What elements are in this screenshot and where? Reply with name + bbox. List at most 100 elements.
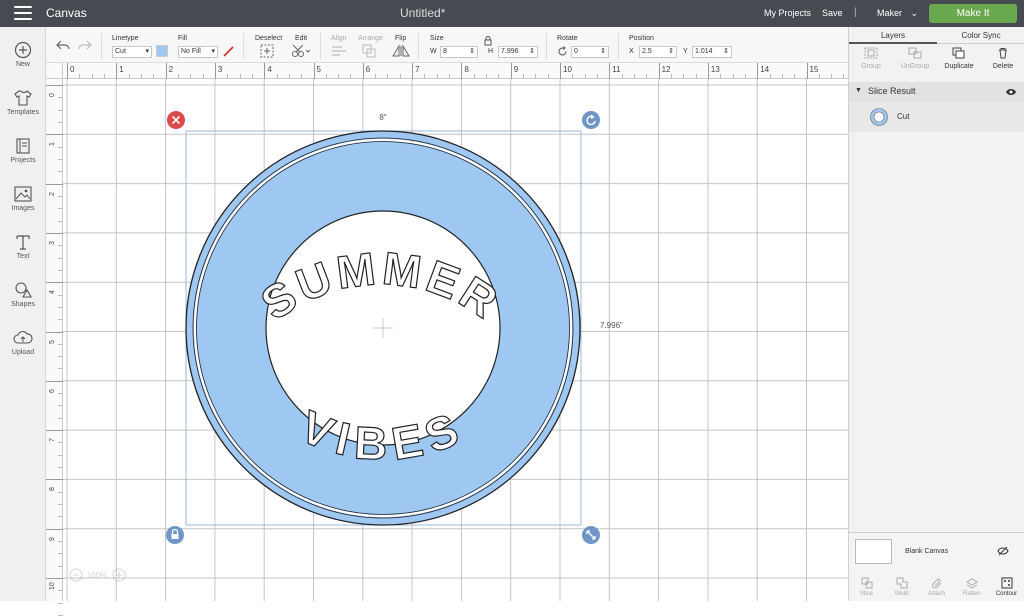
scissors-icon[interactable] [291,44,311,58]
group-label: Group [861,63,881,70]
align-icon[interactable] [331,45,349,57]
nav-shapes[interactable]: Shapes [0,281,46,308]
contour-button[interactable]: Contour [989,577,1024,597]
attach-button[interactable]: Attach [919,577,954,597]
notebook-icon [16,138,30,154]
document-title[interactable]: Untitled* [400,6,445,20]
hidden-eye-icon[interactable] [997,546,1009,556]
ruler-tick [214,63,216,79]
nav-templates[interactable]: Templates [0,89,46,116]
ruler-label: 3 [49,240,56,245]
delete-handle-icon[interactable] [167,111,185,129]
layer-group-header[interactable]: ▼ Slice Result [849,82,1024,102]
y-position-input[interactable]: 1.014 ⇕ [692,46,732,58]
ruler-tick [46,380,63,382]
ruler-label: 14 [760,65,770,74]
make-it-button[interactable]: Make It [929,4,1017,23]
ruler-label: 3 [217,65,223,74]
height-input[interactable]: 7.996 ⇕ [498,46,538,58]
undo-icon[interactable] [56,40,70,50]
blank-canvas-label: Blank Canvas [905,548,949,555]
linetype-select[interactable]: Cut ▾ [112,46,152,58]
linetype-value: Cut [115,48,126,55]
ruler-tick [560,63,561,79]
duplicate-label: Duplicate [944,63,974,70]
ruler-label: 10 [49,582,56,590]
flip-label: Flip [395,35,407,42]
save-button[interactable]: Save [822,8,843,18]
ungroup-button[interactable]: UnGroup [893,47,937,70]
stepper-icon: ⇕ [668,48,674,55]
group-button[interactable]: Group [849,47,893,70]
rotate-input[interactable]: 0 ⇕ [571,46,609,58]
nav-projects[interactable]: Projects [0,137,46,164]
duplicate-button[interactable]: Duplicate [937,47,981,70]
weld-icon [896,577,907,589]
resize-handle-icon[interactable] [582,526,600,544]
lock-handle-icon[interactable] [166,526,184,544]
ruler-label: 15 [809,65,819,74]
ruler-label: 11 [612,65,621,74]
my-projects-link[interactable]: My Projects [764,8,811,18]
y-position-value: 1.014 [695,48,713,55]
linetype-label: Linetype [112,35,139,42]
ruler-label: 7 [49,438,56,443]
ruler-label: 6 [49,388,56,393]
layer-item-cut[interactable]: Cut [849,102,1024,132]
nav-templates-label: Templates [7,109,39,116]
blank-canvas-thumbnail[interactable] [855,539,892,564]
canvas-grid: SUMMER VIBES 8" 7.996" 100% [63,79,848,601]
toolbar-divider [418,33,419,59]
app-title: Canvas [46,6,87,20]
height-value: 7.996 [501,48,519,55]
ungroup-icon [908,47,922,59]
slice-button[interactable]: Slice [849,577,884,597]
eye-icon[interactable] [1005,87,1017,97]
ruler-tick [46,430,63,432]
image-icon [14,186,32,202]
summer-vibes-design[interactable]: SUMMER VIBES [185,130,581,526]
fill-select[interactable]: No Fill ▾ [178,46,218,58]
flip-icon[interactable] [391,44,411,58]
y-label: Y [683,48,688,55]
weld-button[interactable]: Weld [884,577,919,597]
delete-button[interactable]: Delete [981,47,1024,70]
ruler-tick [313,63,315,79]
arrange-icon[interactable] [362,44,380,58]
edit-label: Edit [295,35,308,42]
lock-icon[interactable] [484,36,492,46]
x-position-input[interactable]: 2.5 ⇕ [639,46,677,58]
design-canvas[interactable]: SUMMER VIBES 8" 7.996" 100% [63,79,848,601]
ungroup-label: UnGroup [900,63,930,70]
ruler-label: 1 [49,142,56,147]
ruler-label: 2 [168,65,174,74]
toolbar-divider [546,33,547,59]
ruler-tick [46,134,63,136]
collapse-triangle-icon[interactable]: ▼ [855,87,862,94]
flatten-button[interactable]: Flatten [954,577,989,597]
machine-select[interactable]: Maker ⌄ [877,8,918,19]
duplicate-icon [952,47,965,59]
width-input[interactable]: 8 ⇕ [440,46,478,58]
tab-layers[interactable]: Layers [849,31,937,40]
nav-upload-label: Upload [11,349,35,356]
ruler-tick [46,528,63,530]
nav-new[interactable]: New [0,41,46,68]
delete-label: Delete [992,63,1014,70]
ruler-tick [46,282,63,284]
linetype-color-swatch[interactable] [156,45,168,57]
deselect-icon[interactable] [260,44,274,58]
nav-upload[interactable]: Upload [0,329,46,356]
zoom-level: 100% [87,571,107,580]
ruler-label: 2 [49,191,56,196]
no-fill-icon[interactable] [222,45,235,58]
hamburger-menu-icon[interactable] [14,6,32,20]
nav-text[interactable]: Text [0,233,46,260]
redo-icon[interactable] [78,40,92,50]
attach-label: Attach [927,591,945,597]
rotate-label: Rotate [557,35,578,42]
tab-color-sync[interactable]: Color Sync [937,31,1024,40]
rotate-handle-icon[interactable] [582,111,600,129]
vertical-ruler: 0 1 2 3 4 5 6 7 8 9 10 [46,79,63,616]
nav-images[interactable]: Images [0,185,46,212]
